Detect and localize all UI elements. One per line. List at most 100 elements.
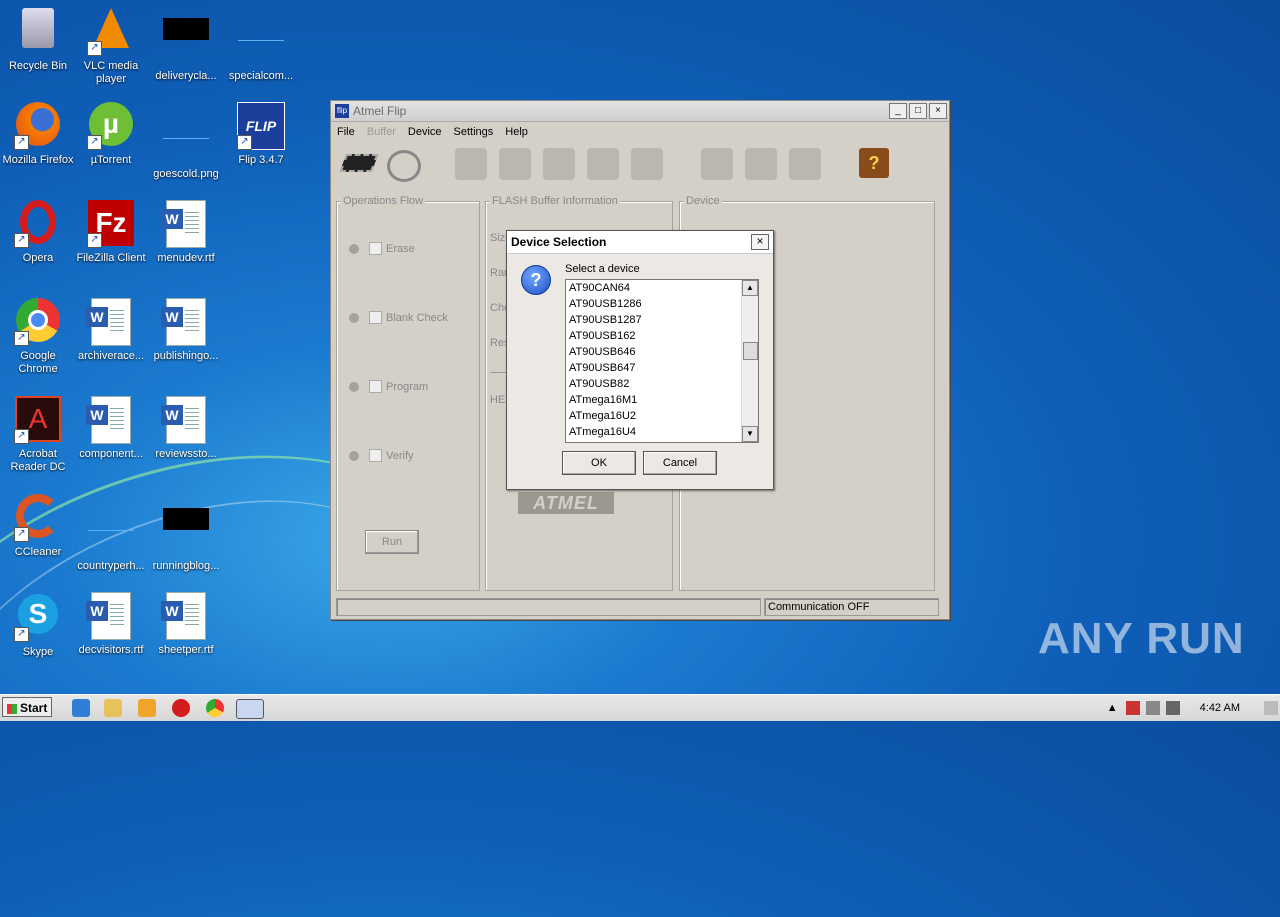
taskbar: Start ▲ 4:42 AM — [0, 694, 1280, 721]
desktop-icon[interactable]: FLIP ↗ Flip 3.4.7 — [223, 102, 299, 167]
device-list-item[interactable]: ATmega16U2 — [566, 408, 758, 424]
flip-titlebar[interactable]: flip Atmel Flip _ □ × — [331, 101, 949, 122]
read-tool-icon[interactable] — [631, 148, 663, 180]
device-list-item[interactable]: ATmega16M1 — [566, 392, 758, 408]
device-list-item[interactable]: AT90USB1286 — [566, 296, 758, 312]
desktop-icon[interactable]: Wpublishingo... — [148, 298, 224, 363]
desktop-icon[interactable]: Wreviewssto... — [148, 396, 224, 461]
desktop-icon[interactable]: µ ↗ µTorrent — [73, 102, 149, 167]
device-list-item[interactable]: ATmega16U4 — [566, 424, 758, 440]
save-buffer-icon[interactable] — [789, 148, 821, 180]
desktop-icon[interactable]: specialcom... — [223, 4, 299, 83]
desktop-icon[interactable]: Wdecvisitors.rtf — [73, 592, 149, 657]
device-list[interactable]: AT90CAN64 AT90USB1286 AT90USB1287 AT90USB16… — [565, 279, 759, 443]
desktop-icon[interactable]: Fz ↗ FileZilla Client — [73, 200, 149, 265]
program-tool-icon[interactable] — [543, 148, 575, 180]
dialog-titlebar[interactable]: Device Selection × — [507, 231, 773, 254]
menu-file[interactable]: File — [337, 126, 355, 138]
desktop-icon-label: FileZilla Client — [76, 252, 146, 264]
blank-check-led-icon — [349, 312, 359, 323]
menu-help[interactable]: Help — [505, 126, 528, 138]
edit-buffer-icon[interactable] — [745, 148, 777, 180]
close-icon[interactable]: × — [929, 103, 947, 119]
menu-settings[interactable]: Settings — [454, 126, 494, 138]
start-button[interactable]: Start — [2, 697, 52, 717]
explorer-taskbar-icon[interactable] — [104, 699, 122, 717]
ie-taskbar-icon[interactable] — [72, 699, 90, 717]
desktop-icon-label: component... — [79, 448, 143, 460]
flip-taskbar-button[interactable] — [236, 699, 264, 719]
scroll-thumb[interactable] — [743, 342, 758, 360]
device-list-item[interactable]: AT90USB162 — [566, 328, 758, 344]
cancel-button[interactable]: Cancel — [643, 451, 717, 475]
shortcut-arrow-icon: ↗ — [237, 135, 252, 150]
desktop-icon[interactable]: runningblog... — [148, 494, 224, 573]
clock[interactable]: 4:42 AM — [1200, 702, 1240, 714]
desktop-icon[interactable]: ↗ Mozilla Firefox — [0, 102, 76, 167]
device-list-scrollbar[interactable]: ▲ ▼ — [741, 280, 758, 442]
desktop-icon[interactable]: S ↗ Skype — [0, 592, 76, 659]
show-desktop-icon[interactable] — [1264, 701, 1278, 715]
device-list-item[interactable]: AT90USB82 — [566, 376, 758, 392]
recycle-bin-icon — [14, 8, 62, 56]
verify-checkbox[interactable] — [369, 449, 382, 462]
help-book-icon[interactable]: ? — [859, 148, 889, 178]
desktop-icon[interactable]: Wcomponent... — [73, 396, 149, 461]
desktop-icon[interactable]: ↗ Google Chrome — [0, 298, 76, 376]
device-list-item[interactable]: AT90USB647 — [566, 360, 758, 376]
blank-check-tool-icon[interactable] — [499, 148, 531, 180]
blank-check-checkbox[interactable] — [369, 311, 382, 324]
file-icon — [162, 508, 210, 556]
device-list-item[interactable]: AT90USB1287 — [566, 312, 758, 328]
desktop-icon[interactable]: ↗ Opera — [0, 200, 76, 265]
select-device-icon[interactable] — [339, 154, 379, 172]
run-button[interactable]: Run — [365, 530, 419, 554]
status-bar-left — [336, 598, 761, 616]
program-checkbox[interactable] — [369, 380, 382, 393]
flash-buffer-title: FLASH Buffer Information — [490, 195, 620, 207]
volume-icon[interactable] — [1165, 701, 1180, 715]
action-center-icon[interactable] — [1125, 701, 1140, 715]
network-icon[interactable] — [1145, 701, 1160, 715]
erase-checkbox[interactable] — [369, 242, 382, 255]
desktop-icon[interactable]: goescold.png — [148, 102, 224, 181]
maximize-icon[interactable]: □ — [909, 103, 927, 119]
system-tray: ▲ 4:42 AM — [1107, 695, 1280, 721]
opera-taskbar-icon[interactable] — [172, 699, 190, 717]
scroll-up-icon[interactable]: ▲ — [742, 280, 758, 296]
tray-expand-icon[interactable]: ▲ — [1107, 702, 1118, 714]
desktop-icon[interactable]: Wmenudev.rtf — [148, 200, 224, 265]
desktop-icon[interactable]: deliverycla... — [148, 4, 224, 83]
verify-label: Verify — [386, 449, 414, 462]
desktop-icon[interactable]: ↗ CCleaner — [0, 494, 76, 559]
media-player-taskbar-icon[interactable] — [138, 699, 156, 717]
program-row: Program — [349, 380, 428, 393]
ok-button[interactable]: OK — [562, 451, 636, 475]
flip-icon: FLIP ↗ — [237, 102, 285, 150]
dialog-close-icon[interactable]: × — [751, 234, 769, 250]
shortcut-arrow-icon: ↗ — [14, 527, 29, 542]
minimize-icon[interactable]: _ — [889, 103, 907, 119]
desktop-icon-label: Flip 3.4.7 — [238, 154, 284, 166]
desktop-icon[interactable]: Recycle Bin — [0, 4, 76, 73]
desktop-icon[interactable]: Warchiverace... — [73, 298, 149, 363]
device-list-item[interactable]: AT90CAN64 — [566, 280, 758, 296]
load-hex-icon[interactable] — [701, 148, 733, 180]
word-doc-icon: W — [86, 298, 135, 346]
desktop-icon[interactable]: ↗ VLC media player — [73, 4, 149, 86]
verify-tool-icon[interactable] — [587, 148, 619, 180]
desktop-icon-label: goescold.png — [153, 168, 219, 180]
desktop-icon[interactable]: Wsheetper.rtf — [148, 592, 224, 657]
menu-buffer[interactable]: Buffer — [367, 126, 396, 138]
chrome-taskbar-icon[interactable] — [206, 699, 224, 717]
desktop-icon[interactable]: A ↗ Acrobat Reader DC — [0, 396, 76, 474]
communication-icon[interactable] — [387, 150, 421, 182]
device-list-item[interactable]: AT90USB646 — [566, 344, 758, 360]
desktop-icon[interactable]: countryperh... — [73, 494, 149, 573]
verify-led-icon — [349, 450, 359, 461]
shortcut-arrow-icon: ↗ — [87, 41, 102, 56]
erase-tool-icon[interactable] — [455, 148, 487, 180]
menu-device[interactable]: Device — [408, 126, 442, 138]
blank-check-label: Blank Check — [386, 311, 448, 324]
scroll-down-icon[interactable]: ▼ — [742, 426, 758, 442]
